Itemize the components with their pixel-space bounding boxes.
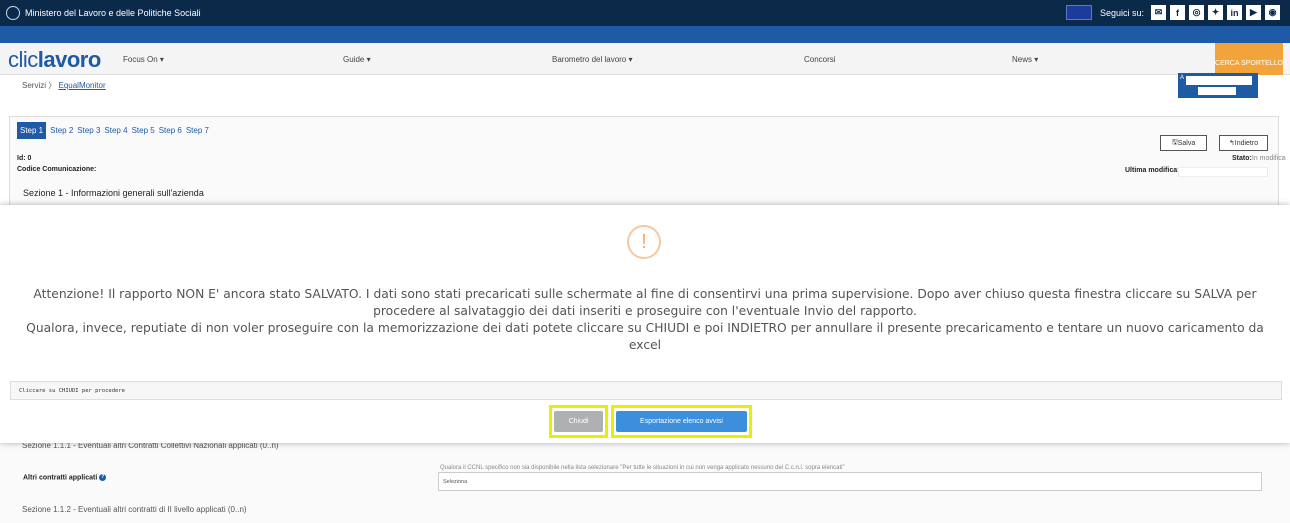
nav-focus-on[interactable]: Focus On ▾ (123, 55, 164, 64)
help-icon[interactable]: ? (99, 474, 107, 481)
step-2[interactable]: Step 2 (50, 126, 73, 139)
ccnl-hint: Qualora il CCNL specifico non sia dispon… (440, 465, 845, 471)
social-links: Seguici su: ✉ f ◎ ✦ in ▶ ◉ (1065, 5, 1280, 20)
export-avvisi-button[interactable]: Esportazione elenco avvisi (616, 411, 747, 432)
modal-info-bar: Cliccare su CHIUDI per procedere (10, 381, 1282, 400)
follow-label: Seguici su: (1099, 7, 1144, 18)
subsection-1-1-2: Sezione 1.1.2 - Eventuali altri contratt… (22, 505, 247, 514)
form-lower-section: Sezione 1.1.1 - Eventuali altri Contratt… (0, 436, 1290, 523)
back-button[interactable]: ↰ Indietro (1219, 135, 1268, 151)
main-nav: cliclavoro Focus On ▾ Guide ▾ Barometro … (0, 43, 1290, 75)
codice-label: Codice Comunicazione: (17, 166, 97, 173)
nav-news[interactable]: News ▾ (1012, 55, 1038, 64)
step-6[interactable]: Step 6 (159, 126, 182, 139)
ultima-modifica-value (1178, 167, 1268, 177)
instagram-icon[interactable]: ◎ (1189, 5, 1204, 20)
wizard-steps: Step 1 Step 2 Step 3 Step 4 Step 5 Step … (17, 122, 209, 139)
breadcrumb-separator: 〉 (48, 81, 57, 90)
mail-icon[interactable]: ✉ (1151, 5, 1166, 20)
facebook-icon[interactable]: f (1170, 5, 1185, 20)
nav-guide[interactable]: Guide ▾ (343, 55, 371, 64)
section-title: Sezione 1 - Informazioni generali sull'a… (23, 188, 204, 198)
id-label: Id: 0 (17, 155, 32, 162)
modal-message: Attenzione! Il rapporto NON E' ancora st… (20, 286, 1270, 354)
ultima-modifica-label: Ultima modifica: (1125, 167, 1180, 174)
step-5[interactable]: Step 5 (132, 126, 155, 139)
breadcrumb: Servizi 〉 EqualMonitor (22, 80, 106, 91)
warning-icon: ! (627, 225, 661, 259)
breadcrumb-current[interactable]: EqualMonitor (58, 81, 105, 90)
save-button[interactable]: 🖫 Salva (1160, 135, 1207, 151)
ministry-name[interactable]: Ministero del Lavoro e delle Politiche S… (25, 8, 201, 18)
breadcrumb-servizi[interactable]: Servizi (22, 81, 46, 90)
nav-concorsi[interactable]: Concorsi (804, 55, 836, 64)
youtube-icon[interactable]: ▶ (1246, 5, 1261, 20)
step-4[interactable]: Step 4 (104, 126, 127, 139)
step-1[interactable]: Step 1 (17, 122, 47, 139)
modal-message-line-2: Qualora, invece, reputiate di non voler … (26, 321, 1264, 352)
user-initial: A (1180, 75, 1185, 81)
stato: Stato:In modifica (1232, 155, 1286, 162)
rss-icon[interactable]: ◉ (1265, 5, 1280, 20)
chiudi-button[interactable]: Chiudi (554, 411, 603, 432)
nav-barometro[interactable]: Barometro del lavoro ▾ (552, 55, 633, 64)
modal-message-line-1: Attenzione! Il rapporto NON E' ancora st… (33, 287, 1257, 318)
step-3[interactable]: Step 3 (77, 126, 100, 139)
redacted-user-name (1186, 76, 1252, 85)
altri-contratti-select[interactable]: Seleziona (438, 472, 1262, 491)
top-bar: Ministero del Lavoro e delle Politiche S… (0, 0, 1290, 26)
eu-flag-icon (1065, 5, 1092, 20)
cliclavoro-logo[interactable]: cliclavoro (8, 47, 101, 73)
cerca-sportello-button[interactable]: CERCA SPORTELLO (1215, 43, 1283, 75)
redacted-user-detail (1198, 87, 1236, 95)
ministry-seal-icon (6, 6, 20, 20)
twitter-icon[interactable]: ✦ (1208, 5, 1223, 20)
altri-contratti-label: Altri contratti applicati ? (23, 474, 107, 482)
linkedin-icon[interactable]: in (1227, 5, 1242, 20)
header-band (0, 26, 1290, 43)
step-7[interactable]: Step 7 (186, 126, 209, 139)
user-account-box[interactable]: A (1178, 73, 1258, 98)
